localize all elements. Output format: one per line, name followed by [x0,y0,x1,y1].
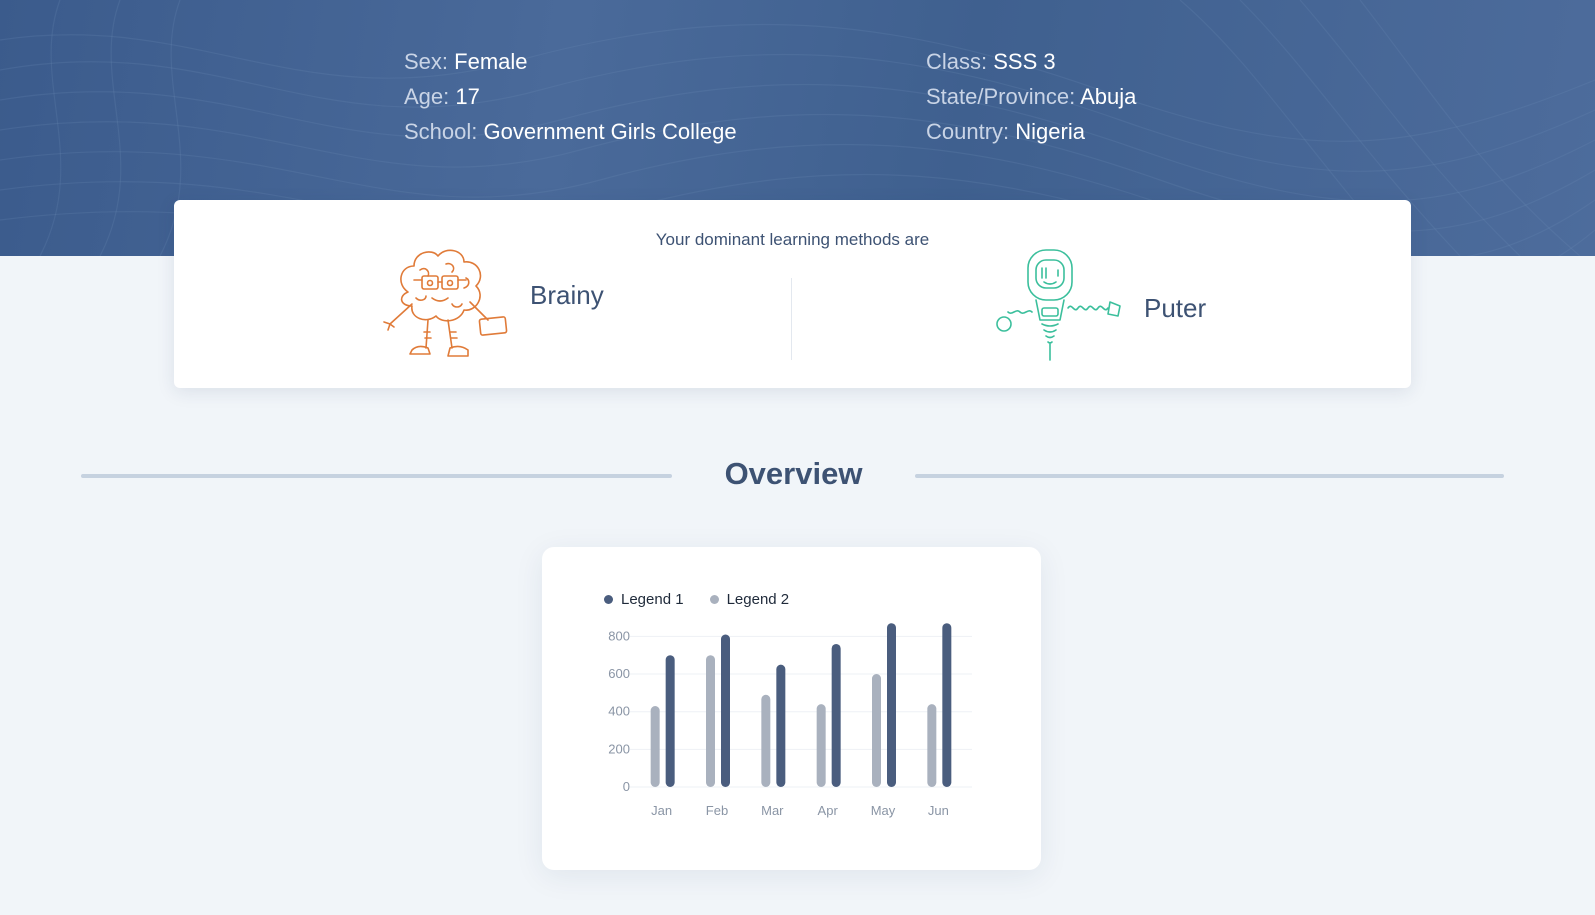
method-name-puter: Puter [1144,292,1207,323]
class-row: Class: SSS 3 [926,44,1136,79]
class-label: Class: [926,49,988,74]
method-name-brainy: Brainy [530,279,604,310]
chart-bar [927,704,937,787]
x-tick-label: May [871,803,896,818]
school-row: School: Government Girls College [404,114,737,149]
robot-character-icon [996,249,1121,361]
learning-method-brainy: Brainy [368,240,604,364]
learning-methods-card: Your dominant learning methods are Brain… [174,200,1411,388]
x-tick-label: Apr [818,803,839,818]
legend-2-label: Legend 2 [726,591,790,608]
chart-bar [872,674,881,787]
chart-bar [721,634,730,787]
country-value: Nigeria [1015,119,1085,144]
legend-item-2[interactable]: Legend 2 [709,591,790,608]
state-value: Abuja [1080,84,1137,109]
methods-divider [791,278,792,360]
chart-bar [831,643,841,787]
chart-bar [706,655,715,787]
age-row: Age: 17 [404,79,737,114]
chart-bar [942,623,952,787]
x-tick-label: Mar [761,803,784,818]
legend-item-1[interactable]: Legend 1 [604,591,684,608]
sex-row: Sex: Female [404,44,737,79]
y-tick-label: 400 [608,704,630,719]
age-label: Age: [404,84,450,109]
x-tick-label: Jun [928,803,949,818]
learning-method-puter: Puter [994,246,1206,370]
class-value: SSS 3 [993,49,1056,74]
state-row: State/Province: Abuja [926,79,1136,114]
overview-chart-card: 0 200 400 600 800 Jan Feb Mar Apr May Jun Legend 1… [542,547,1041,870]
chart-bar [761,694,771,787]
y-tick-label: 600 [608,666,630,681]
chart-bar [650,706,660,787]
learning-methods-heading: Your dominant learning methods are [655,230,930,249]
chart-legend: Legend 1 Legend 2 [604,591,815,608]
y-tick-label: 800 [608,628,630,643]
legend-2-dot-icon [709,595,719,604]
x-tick-label: Jan [651,803,672,818]
school-value: Government Girls College [483,119,737,144]
overview-divider-left [81,474,672,478]
chart-bar [816,704,826,787]
sex-label: Sex: [404,49,449,74]
sex-value: Female [454,49,528,74]
overview-title: Overview [724,456,863,491]
chart-bar [665,655,675,787]
y-tick-label: 0 [623,779,630,794]
chart-bar [776,664,786,787]
brain-character-icon [383,249,508,357]
country-label: Country: [926,119,1010,144]
age-value: 17 [455,84,480,109]
legend-1-label: Legend 1 [621,591,684,608]
legend-1-dot-icon [604,595,613,604]
profile-info-right: Class: SSS 3 State/Province: Abuja Count… [926,44,1136,149]
country-row: Country: Nigeria [926,114,1136,149]
school-label: School: [404,119,478,144]
x-tick-label: Feb [706,803,728,818]
state-label: State/Province: [926,84,1076,109]
overview-divider-right [915,474,1504,478]
chart-bar [887,623,896,787]
profile-info-left: Sex: Female Age: 17 School: Government G… [404,44,737,149]
y-tick-label: 200 [608,741,630,756]
